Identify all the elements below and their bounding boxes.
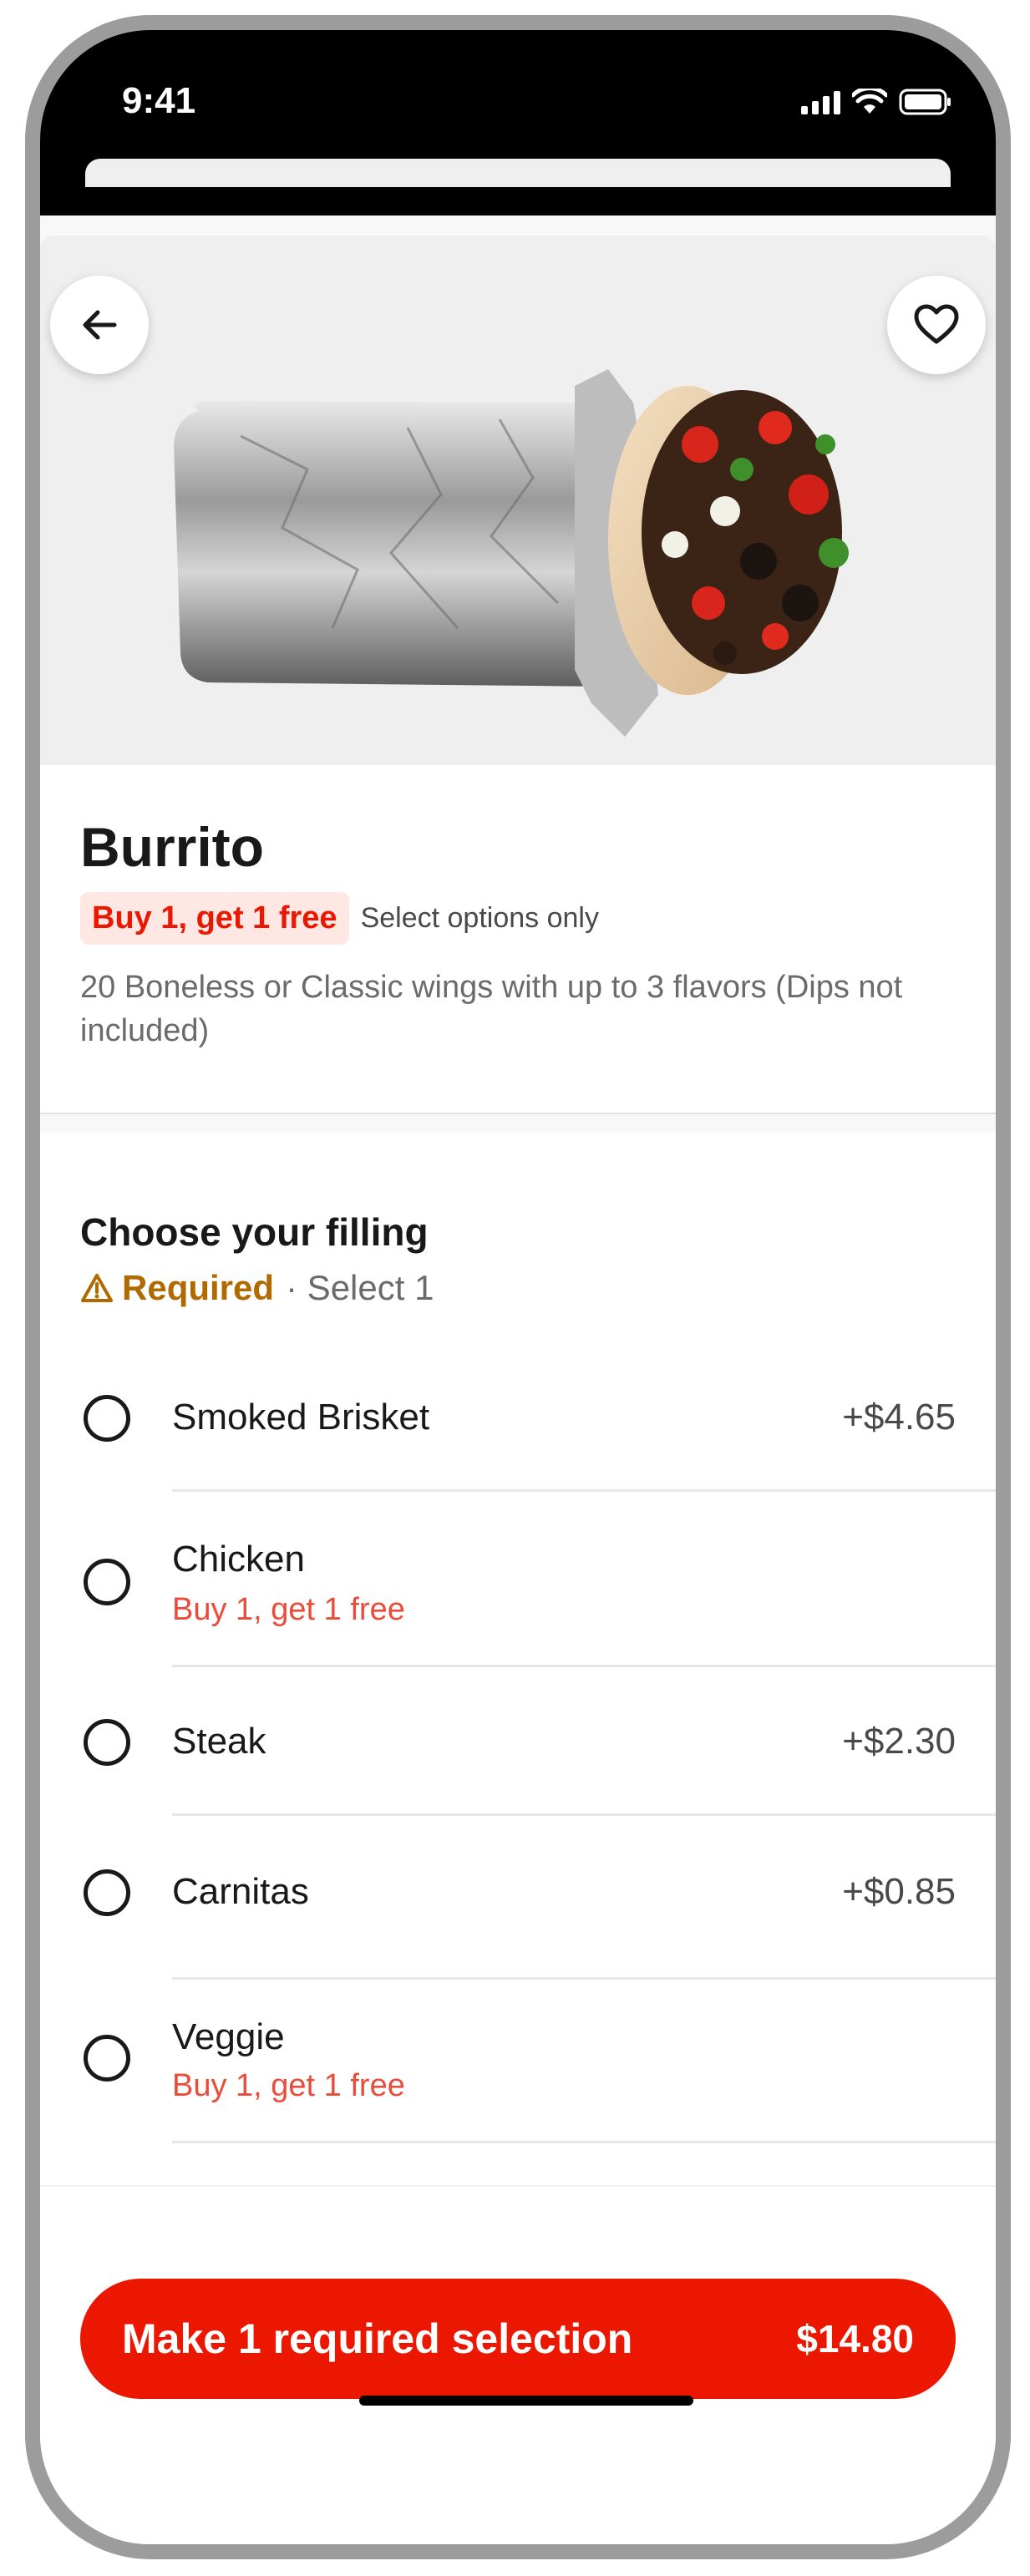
option-row-smoked-brisket[interactable]: Smoked Brisket +$4.65 (40, 1345, 996, 1492)
requirement-row: Required · Select 1 (80, 1268, 434, 1308)
radio-button[interactable] (84, 2035, 130, 2082)
option-row-chicken[interactable]: Chicken Buy 1, get 1 free (40, 1492, 996, 1667)
option-name: Smoked Brisket (172, 1397, 430, 1438)
option-price: +$2.30 (842, 1721, 956, 1762)
option-row-steak[interactable]: Steak +$2.30 (40, 1667, 996, 1816)
warning-triangle-icon (81, 1274, 113, 1302)
option-row-veggie[interactable]: Veggie Buy 1, get 1 free (40, 1980, 996, 2143)
status-time: 9:41 (122, 80, 196, 121)
battery-icon (899, 89, 952, 115)
option-price: +$4.65 (842, 1397, 956, 1438)
bottom-action-area: Make 1 required selection $14.80 (40, 2185, 996, 2544)
option-promo: Buy 1, get 1 free (172, 1592, 405, 1627)
option-name: Carnitas (172, 1871, 309, 1912)
option-divider (172, 2141, 996, 2143)
product-hero (40, 236, 996, 765)
wifi-icon (852, 89, 887, 115)
required-label: Required (122, 1268, 275, 1307)
option-list: Smoked Brisket +$4.65 Chicken Buy 1, get… (40, 1345, 996, 2143)
radio-button[interactable] (84, 1869, 130, 1916)
option-price: +$0.85 (842, 1871, 956, 1912)
option-row-carnitas[interactable]: Carnitas +$0.85 (40, 1816, 996, 1980)
add-to-cart-button[interactable]: Make 1 required selection $14.80 (80, 2279, 956, 2399)
back-button[interactable] (50, 276, 149, 374)
sheet-grabber (85, 159, 951, 187)
section-title: Choose your filling (80, 1210, 429, 1254)
product-description: 20 Boneless or Classic wings with up to … (80, 970, 903, 1048)
option-name: Veggie (172, 2016, 285, 2057)
option-name: Steak (172, 1721, 266, 1762)
promo-row: Buy 1, get 1 free Select options only (80, 892, 599, 945)
radio-button[interactable] (84, 1395, 130, 1442)
cellular-signal-icon (801, 89, 840, 114)
radio-button[interactable] (84, 1559, 130, 1605)
radio-button[interactable] (84, 1719, 130, 1766)
status-bar: 9:41 (40, 30, 996, 216)
screen: 9:41 Burrito Buy 1, get 1 free Select op… (40, 30, 996, 2544)
cta-price: $14.80 (796, 2317, 914, 2360)
option-promo: Buy 1, get 1 free (172, 2068, 405, 2103)
burrito-image (174, 369, 849, 737)
status-icons (801, 89, 952, 115)
product-info: Burrito Buy 1, get 1 free Select options… (40, 765, 996, 1113)
section-divider (40, 1113, 996, 1114)
promo-badge: Buy 1, get 1 free (80, 892, 349, 945)
option-name: Chicken (172, 1539, 305, 1580)
cta-label: Make 1 required selection (122, 2315, 633, 2362)
select-count: · Select 1 (286, 1268, 434, 1307)
filling-options-section: Choose your filling Required · Select 1 … (40, 1133, 996, 2185)
home-indicator (359, 2396, 693, 2406)
arrow-left-icon (83, 310, 117, 340)
product-title: Burrito (80, 816, 264, 878)
phone-frame: 9:41 Burrito Buy 1, get 1 free Select op… (25, 15, 1011, 2559)
heart-icon (914, 304, 959, 344)
sheet-content: Burrito Buy 1, get 1 free Select options… (40, 216, 996, 2544)
favorite-button[interactable] (887, 276, 986, 374)
promo-note: Select options only (360, 902, 599, 934)
